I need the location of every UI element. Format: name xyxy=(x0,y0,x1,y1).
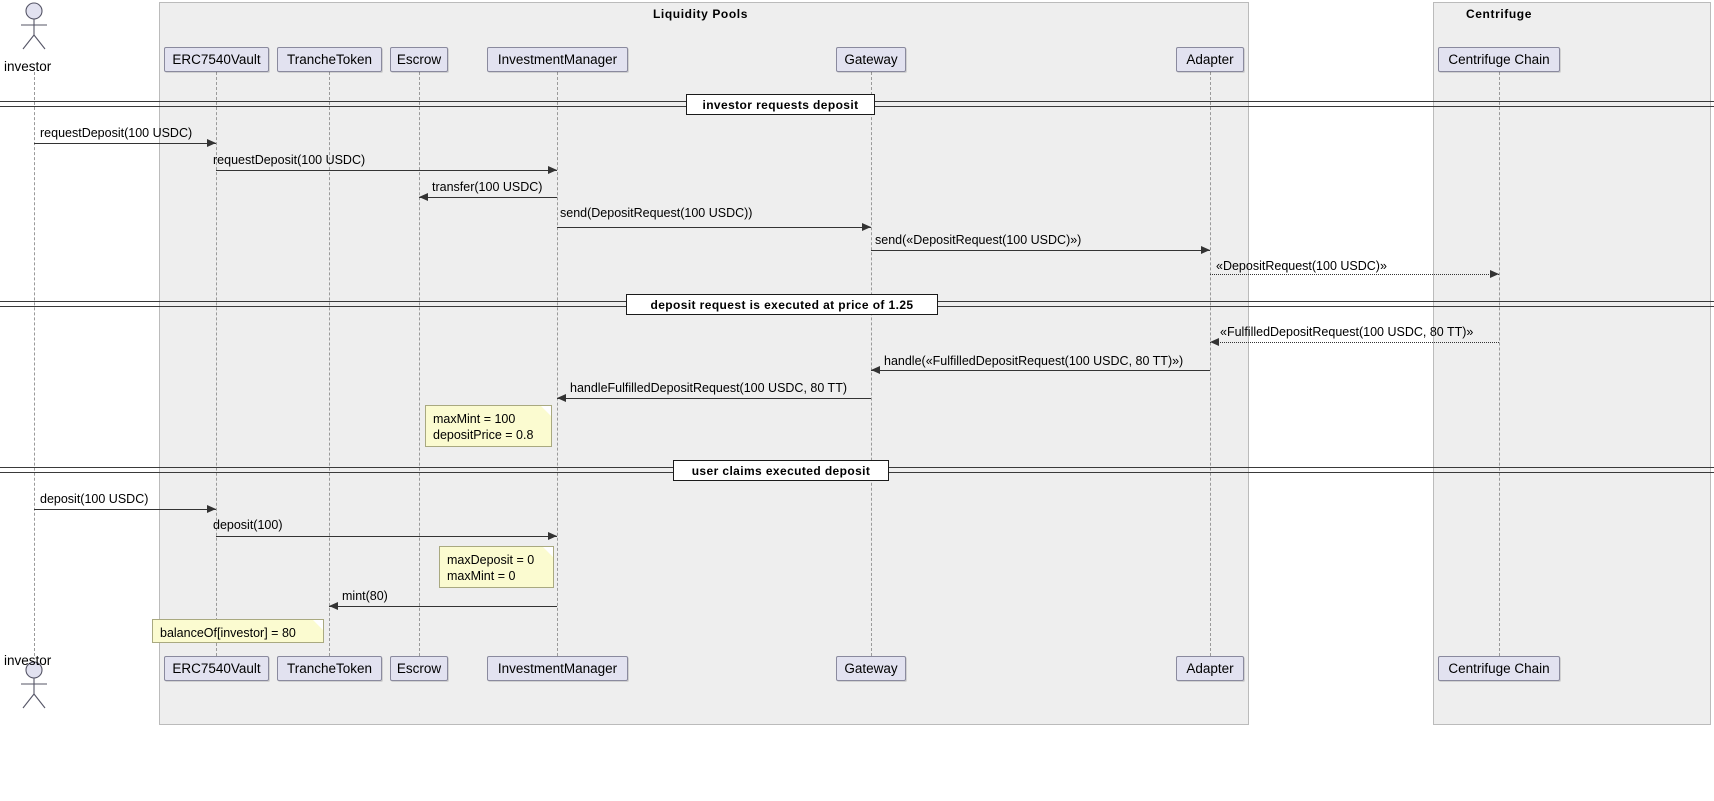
participant-escrow-top[interactable]: Escrow xyxy=(390,47,448,72)
participant-gateway-bottom[interactable]: Gateway xyxy=(836,656,906,681)
msg-fulfilled-chain-adapter-line xyxy=(1210,342,1499,343)
actor-figure-bottom xyxy=(21,661,47,709)
participant-label: InvestmentManager xyxy=(497,661,618,676)
msg-deposit-vault-manager-line xyxy=(216,536,557,537)
divider-deposit-request-executed: deposit request is executed at price of … xyxy=(626,294,938,315)
lifeline-Gateway xyxy=(871,72,872,656)
note-text: maxMint = 100 depositPrice = 0.8 xyxy=(433,412,534,442)
lifeline-Centrifuge Chain xyxy=(1499,72,1500,656)
participant-label: Escrow xyxy=(396,52,442,67)
note-balanceof-investor: balanceOf[investor] = 80 xyxy=(152,619,324,643)
participant-adapter-bottom[interactable]: Adapter xyxy=(1176,656,1244,681)
msg-transfer-manager-escrow-line xyxy=(419,197,557,198)
participant-erc7540vault-bottom[interactable]: ERC7540Vault xyxy=(164,656,269,681)
participant-label: ERC7540Vault xyxy=(172,52,261,67)
msg-handle-adapter-gateway-line xyxy=(871,370,1210,371)
msg-deposit-vault-manager-label: deposit(100) xyxy=(213,518,283,532)
participant-gateway-top[interactable]: Gateway xyxy=(836,47,906,72)
msg-send-depositrequest-gateway-adapter-label: send(«DepositRequest(100 USDC)») xyxy=(875,233,1082,247)
msg-mint-manager-tranchetoken-arrowhead xyxy=(329,602,338,610)
divider-investor-requests-deposit: investor requests deposit xyxy=(686,94,875,115)
participant-adapter-top[interactable]: Adapter xyxy=(1176,47,1244,72)
sequence-diagram-canvas: Liquidity Pools Centrifuge investor investo… xyxy=(0,0,1714,801)
msg-deposit-vault-manager-arrowhead xyxy=(548,532,557,540)
participant-label: Gateway xyxy=(844,661,898,676)
msg-handlefulfilled-gateway-manager-label: handleFulfilledDepositRequest(100 USDC, … xyxy=(570,381,847,395)
msg-transfer-manager-escrow-arrowhead xyxy=(419,193,428,201)
participant-label: TrancheToken xyxy=(286,52,373,67)
msg-send-depositrequest-manager-gateway-line xyxy=(557,227,871,228)
note-fold-corner xyxy=(543,547,553,557)
msg-requestDeposit-investor-vault-arrowhead xyxy=(207,139,216,147)
msg-handle-adapter-gateway-label: handle(«FulfilledDepositRequest(100 USDC… xyxy=(884,354,1184,368)
msg-requestDeposit-investor-vault-label: requestDeposit(100 USDC) xyxy=(40,126,193,140)
msg-send-depositrequest-gateway-adapter-arrowhead xyxy=(1201,246,1210,254)
group-box-centrifuge xyxy=(1433,2,1711,725)
msg-depositrequest-adapter-chain-line xyxy=(1210,274,1499,275)
msg-handle-adapter-gateway-arrowhead xyxy=(871,366,880,374)
participant-label: Centrifuge Chain xyxy=(1448,661,1550,676)
msg-handlefulfilled-gateway-manager-arrowhead xyxy=(557,394,566,402)
msg-fulfilled-chain-adapter-arrowhead xyxy=(1210,338,1219,346)
msg-send-depositrequest-manager-gateway-label: send(DepositRequest(100 USDC)) xyxy=(560,206,753,220)
divider-label-text: deposit request is executed at price of … xyxy=(650,297,914,312)
msg-requestDeposit-vault-manager-label: requestDeposit(100 USDC) xyxy=(213,153,366,167)
note-text: maxDeposit = 0 maxMint = 0 xyxy=(447,553,535,583)
msg-send-depositrequest-manager-gateway-arrowhead xyxy=(862,223,871,231)
divider-label-text: user claims executed deposit xyxy=(691,463,871,478)
participant-investmentmanager-bottom[interactable]: InvestmentManager xyxy=(487,656,628,681)
note-fold-corner xyxy=(541,406,551,416)
participant-label: TrancheToken xyxy=(286,661,373,676)
group-title-liquidity-pools: Liquidity Pools xyxy=(653,7,748,21)
participant-label: Adapter xyxy=(1186,661,1234,676)
participant-label: InvestmentManager xyxy=(497,52,618,67)
note-maxdeposit-maxmint: maxDeposit = 0 maxMint = 0 xyxy=(439,546,554,588)
note-fold-corner xyxy=(313,620,323,630)
lifeline-investor xyxy=(34,72,35,656)
participant-centrifuge-chain-top[interactable]: Centrifuge Chain xyxy=(1438,47,1560,72)
lifeline-InvestmentManager xyxy=(557,72,558,656)
divider-user-claims-deposit: user claims executed deposit xyxy=(673,460,889,481)
msg-depositrequest-adapter-chain-arrowhead xyxy=(1490,270,1499,278)
msg-depositrequest-adapter-chain-label: «DepositRequest(100 USDC)» xyxy=(1216,259,1387,273)
msg-deposit-investor-vault-arrowhead xyxy=(207,505,216,513)
msg-requestDeposit-vault-manager-line xyxy=(216,170,557,171)
participant-label: Adapter xyxy=(1186,52,1234,67)
group-title-centrifuge: Centrifuge xyxy=(1466,7,1532,21)
msg-mint-manager-tranchetoken-line xyxy=(329,606,557,607)
participant-investmentmanager-top[interactable]: InvestmentManager xyxy=(487,47,628,72)
participant-label: ERC7540Vault xyxy=(172,661,261,676)
msg-deposit-investor-vault-label: deposit(100 USDC) xyxy=(40,492,149,506)
msg-requestDeposit-vault-manager-arrowhead xyxy=(548,166,557,174)
msg-send-depositrequest-gateway-adapter-line xyxy=(871,250,1210,251)
divider-label-text: investor requests deposit xyxy=(702,97,859,112)
lifeline-Adapter xyxy=(1210,72,1211,656)
note-maxmint-depositprice: maxMint = 100 depositPrice = 0.8 xyxy=(425,405,552,447)
msg-mint-manager-tranchetoken-label: mint(80) xyxy=(342,589,388,603)
msg-handlefulfilled-gateway-manager-line xyxy=(557,398,871,399)
actor-figure-top xyxy=(21,2,47,50)
participant-tranchetoken-top[interactable]: TrancheToken xyxy=(277,47,382,72)
participant-centrifuge-chain-bottom[interactable]: Centrifuge Chain xyxy=(1438,656,1560,681)
msg-requestDeposit-investor-vault-line xyxy=(34,143,216,144)
participant-label: Gateway xyxy=(844,52,898,67)
participant-tranchetoken-bottom[interactable]: TrancheToken xyxy=(277,656,382,681)
participant-erc7540vault-top[interactable]: ERC7540Vault xyxy=(164,47,269,72)
msg-deposit-investor-vault-line xyxy=(34,509,216,510)
actor-label-investor-top: investor xyxy=(4,59,52,74)
msg-fulfilled-chain-adapter-label: «FulfilledDepositRequest(100 USDC, 80 TT… xyxy=(1220,325,1474,339)
participant-label: Escrow xyxy=(396,661,442,676)
note-text: balanceOf[investor] = 80 xyxy=(160,626,296,640)
msg-transfer-manager-escrow-label: transfer(100 USDC) xyxy=(432,180,543,194)
actor-label-investor-bottom: investor xyxy=(4,653,52,668)
participant-escrow-bottom[interactable]: Escrow xyxy=(390,656,448,681)
participant-label: Centrifuge Chain xyxy=(1448,52,1550,67)
lifeline-Escrow xyxy=(419,72,420,656)
